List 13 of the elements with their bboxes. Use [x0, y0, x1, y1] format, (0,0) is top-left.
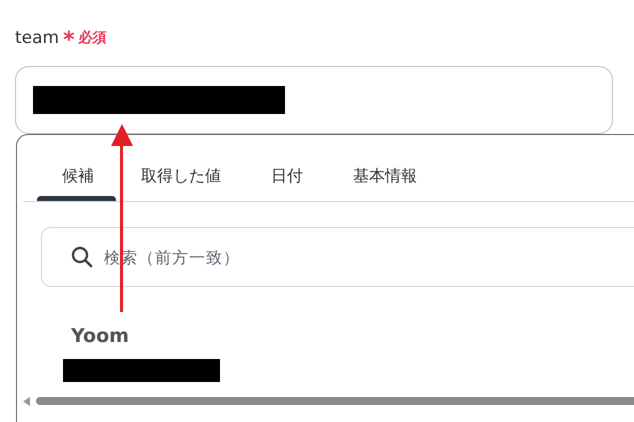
- scrollbar-thumb[interactable]: [36, 397, 634, 405]
- tab[interactable]: 取得した値: [116, 151, 246, 201]
- required-asterisk: *: [63, 30, 75, 52]
- tab[interactable]: 基本情報: [328, 151, 442, 201]
- tab[interactable]: 候補: [37, 151, 116, 201]
- search-field[interactable]: 検索（前方一致）: [41, 227, 634, 287]
- input-field[interactable]: [15, 66, 613, 134]
- required-label: 必須: [78, 29, 107, 47]
- scroll-left-icon: [23, 396, 30, 406]
- search-icon: [71, 246, 93, 268]
- tab[interactable]: 日付: [246, 151, 328, 201]
- group-title: Yoom: [71, 325, 130, 347]
- field-label: team: [15, 28, 60, 48]
